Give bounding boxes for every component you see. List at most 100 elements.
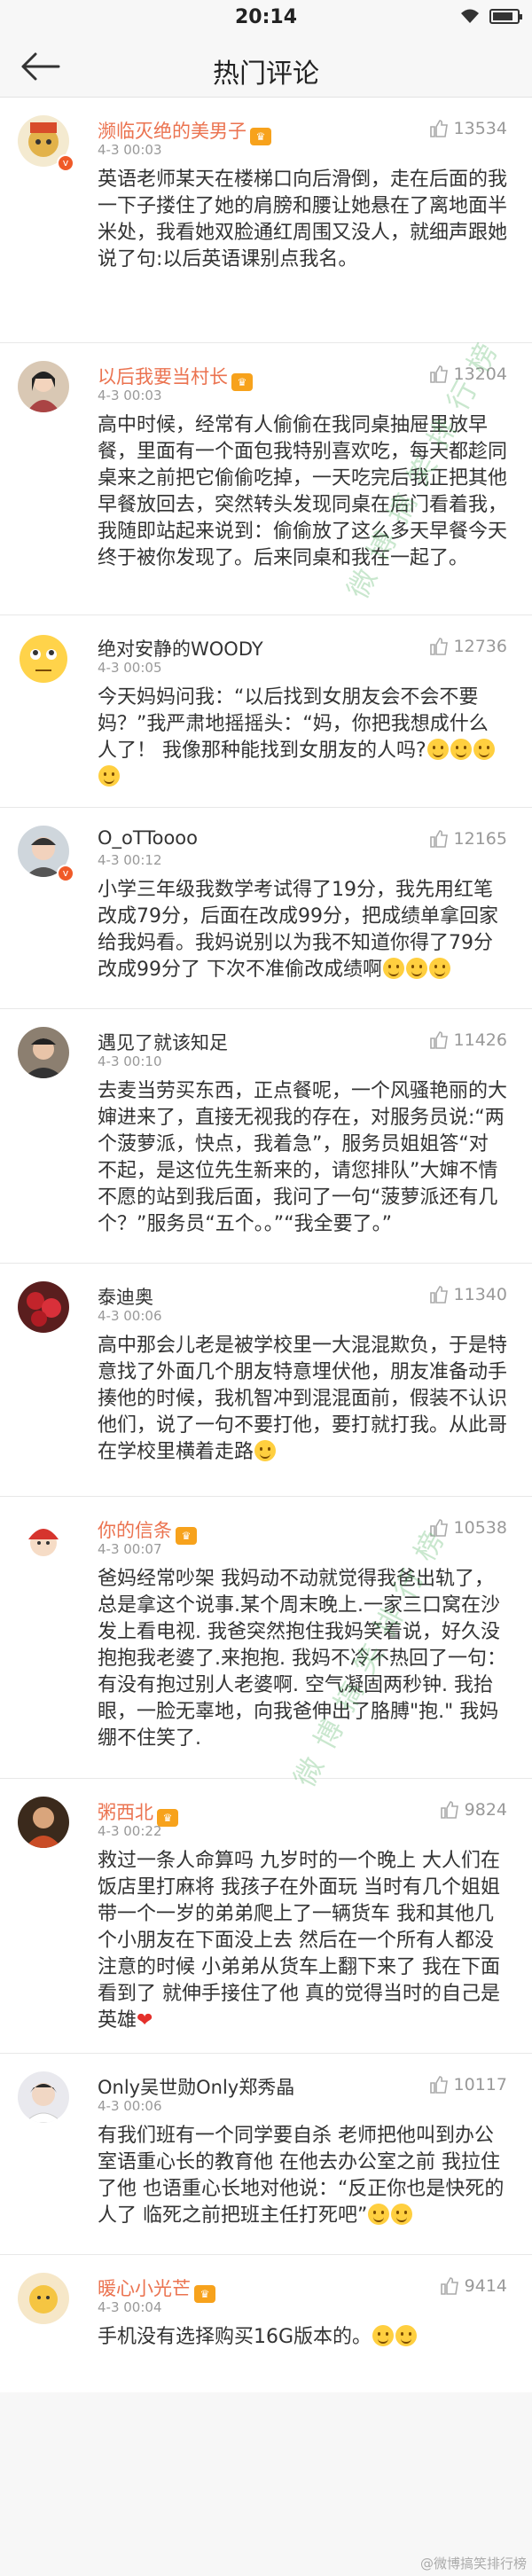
page-title: 热门评论 bbox=[213, 59, 319, 90]
comment-author[interactable]: 遇见了就该知足 bbox=[98, 1032, 228, 1053]
smile-emoji-icon bbox=[429, 958, 450, 979]
comment-text-body: 救过一条人命算吗 九岁时的一个晚上 大人们在饭店里打麻将 我孩子在外面玩 当时有… bbox=[98, 1850, 500, 2032]
comment-date: 4-3 00:06 bbox=[98, 1308, 162, 1324]
thumbs-up-icon bbox=[429, 830, 448, 848]
like-button[interactable]: 13534 bbox=[429, 119, 507, 138]
smile-emoji-icon bbox=[383, 958, 404, 979]
comment-item: 暖心小光芒 ♛ 4-3 00:04 9414 手机没有选择购买16G版本的。 bbox=[0, 2255, 532, 2392]
thumbs-up-icon bbox=[429, 1519, 448, 1537]
comment-date: 4-3 00:06 bbox=[98, 2098, 162, 2114]
avatar[interactable] bbox=[18, 2071, 69, 2123]
thumbs-up-icon bbox=[440, 1801, 458, 1819]
comment-author[interactable]: O_oTToooo bbox=[98, 827, 198, 849]
thumbs-up-icon bbox=[429, 120, 448, 137]
comment-author[interactable]: 粥西北 bbox=[98, 1802, 153, 1823]
comment-date: 4-3 00:04 bbox=[98, 2299, 162, 2315]
status-time: 20:14 bbox=[234, 6, 298, 28]
comment-author[interactable]: 泰迪奥 bbox=[98, 1287, 153, 1308]
like-count: 9824 bbox=[464, 1800, 507, 1820]
smile-emoji-icon bbox=[372, 2325, 395, 2346]
like-count: 13534 bbox=[453, 119, 507, 138]
smile-emoji-icon bbox=[254, 1440, 277, 1461]
comment-text: 小学三年级我数学考试得了19分，我先用红笔改成79分，后面在改成99分，把成绩单… bbox=[98, 859, 507, 983]
comment-text: 有我们班有一个同学要自杀 老师把他叫到办公室语重心长的教育他 在他去办公室之前 … bbox=[98, 2105, 507, 2229]
nav-bar: 热门评论 bbox=[0, 35, 532, 98]
comment-date: 4-3 00:07 bbox=[98, 1541, 162, 1557]
status-bar: 20:14 bbox=[0, 0, 532, 35]
thumbs-up-icon bbox=[429, 638, 448, 655]
like-button[interactable]: 9414 bbox=[440, 2276, 507, 2296]
like-button[interactable]: 12165 bbox=[429, 829, 507, 849]
like-button[interactable]: 11426 bbox=[429, 1030, 507, 1050]
comment-date: 4-3 00:22 bbox=[98, 1823, 162, 1839]
comment-text-body: 手机没有选择购买16G版本的。 bbox=[98, 2326, 372, 2348]
thumbs-up-icon bbox=[429, 365, 448, 383]
comment-text: 高中那会儿老是被学校里一大混混欺负，于是特意找了外面几个朋友特意埋伏他，朋友准备… bbox=[98, 1315, 507, 1466]
status-icons bbox=[459, 8, 522, 24]
like-button[interactable]: 10117 bbox=[429, 2075, 507, 2094]
comment-item: v O_oTToooo 4-3 00:12 12165 小学三年级我数学考试得了… bbox=[0, 808, 532, 1009]
like-button[interactable]: 9824 bbox=[440, 1800, 507, 1820]
thumbs-up-icon bbox=[440, 2277, 458, 2295]
like-count: 13204 bbox=[453, 364, 507, 384]
comment-text: 去麦当劳买东西，正点餐呢，一个风骚艳丽的大婶进来了，直接无视我的存在，对服务员说… bbox=[98, 1080, 508, 1235]
comment-author[interactable]: 濒临灭绝的美男子 bbox=[98, 121, 246, 142]
comment-date: 4-3 00:05 bbox=[98, 660, 162, 676]
verified-badge-icon: v bbox=[57, 865, 74, 882]
wifi-icon bbox=[461, 9, 479, 23]
comment-author[interactable]: 绝对安静的WOODY bbox=[98, 638, 263, 660]
battery-icon bbox=[489, 8, 522, 24]
comment-author[interactable]: 暖心小光芒 bbox=[98, 2278, 191, 2299]
comment-author[interactable]: 你的信条 bbox=[98, 1520, 172, 1541]
smile-emoji-icon bbox=[368, 2204, 390, 2225]
smile-emoji-icon bbox=[426, 739, 449, 760]
smile-emoji-icon bbox=[406, 958, 427, 979]
comment-item: 粥西北 ♛ 4-3 00:22 9824 救过一条人命算吗 九岁时的一个晚上 大人… bbox=[0, 1779, 532, 2054]
comment-text: 救过一条人命算吗 九岁时的一个晚上 大人们在饭店里打麻将 我孩子在外面玩 当时有… bbox=[98, 1830, 507, 2034]
comment-item: 你的信条 ♛ 4-3 00:07 10538 爸妈经常吵架 我妈动不动就觉得我爸出… bbox=[0, 1497, 532, 1779]
like-count: 9414 bbox=[464, 2276, 507, 2296]
vip-crown-icon: ♛ bbox=[250, 128, 271, 145]
comment-item: Only吴世勋Only郑秀晶 4-3 00:06 10117 有我们班有一个同学… bbox=[0, 2054, 532, 2255]
like-count: 10117 bbox=[453, 2075, 507, 2094]
avatar[interactable] bbox=[18, 1027, 69, 1078]
thumbs-up-icon bbox=[429, 1031, 448, 1049]
smile-emoji-icon bbox=[473, 739, 495, 760]
comment-date: 4-3 00:10 bbox=[98, 1053, 162, 1069]
vip-crown-icon: ♛ bbox=[176, 1527, 197, 1545]
smile-emoji-icon bbox=[450, 739, 472, 760]
like-button[interactable]: 12736 bbox=[429, 637, 507, 656]
like-count: 11426 bbox=[453, 1030, 507, 1050]
thumbs-up-icon bbox=[429, 1286, 448, 1304]
smile-emoji-icon bbox=[395, 2325, 418, 2346]
comment-text: 今天妈妈问我：“以后找到女朋友会不会不要妈？”我严肃地摇摇头：“妈，你把我想成什… bbox=[98, 667, 507, 791]
comment-date: 4-3 00:03 bbox=[98, 388, 162, 403]
comment-item: 遇见了就该知足 4-3 00:10 11426 去麦当劳买东西，正点餐呢，一个风… bbox=[0, 1009, 532, 1264]
comment-item: v 濒临灭绝的美男子 ♛ 4-3 00:03 13534 英语老师某天在楼梯口向后… bbox=[0, 98, 532, 343]
footer-watermark: @微博搞笑排行榜 bbox=[419, 2556, 527, 2572]
avatar[interactable] bbox=[18, 633, 69, 685]
red-heart-icon: ❤ bbox=[137, 2009, 153, 2032]
smile-emoji-icon bbox=[98, 765, 120, 787]
avatar[interactable] bbox=[18, 1281, 69, 1333]
comment-date: 4-3 00:12 bbox=[98, 852, 162, 868]
like-button[interactable]: 13204 bbox=[429, 364, 507, 384]
comment-date: 4-3 00:03 bbox=[98, 142, 162, 158]
like-count: 10538 bbox=[453, 1518, 507, 1538]
comment-item: 绝对安静的WOODY 4-3 00:05 12736 今天妈妈问我：“以后找到女… bbox=[0, 615, 532, 808]
like-count: 12165 bbox=[453, 829, 507, 849]
comment-text-body: 有我们班有一个同学要自杀 老师把他叫到办公室语重心长的教育他 在他去办公室之前 … bbox=[98, 2125, 505, 2227]
comment-text: 英语老师某天在楼梯口向后滑倒，走在后面的我一下子搂住了她的肩膀和腰让她悬在了离地… bbox=[98, 168, 508, 270]
vip-crown-icon: ♛ bbox=[231, 373, 253, 391]
comment-author[interactable]: 以后我要当村长 bbox=[98, 366, 228, 388]
avatar[interactable] bbox=[18, 1797, 69, 1848]
thumbs-up-icon bbox=[429, 2076, 448, 2094]
like-button[interactable]: 10538 bbox=[429, 1518, 507, 1538]
avatar[interactable] bbox=[18, 361, 69, 412]
comment-author[interactable]: Only吴世勋Only郑秀晶 bbox=[98, 2077, 294, 2098]
like-button[interactable]: 11340 bbox=[429, 1285, 507, 1304]
like-count: 12736 bbox=[453, 637, 507, 656]
comment-item: 泰迪奥 4-3 00:06 11340 高中那会儿老是被学校里一大混混欺负，于是… bbox=[0, 1264, 532, 1497]
avatar[interactable] bbox=[18, 2273, 69, 2324]
avatar[interactable] bbox=[18, 1515, 69, 1566]
